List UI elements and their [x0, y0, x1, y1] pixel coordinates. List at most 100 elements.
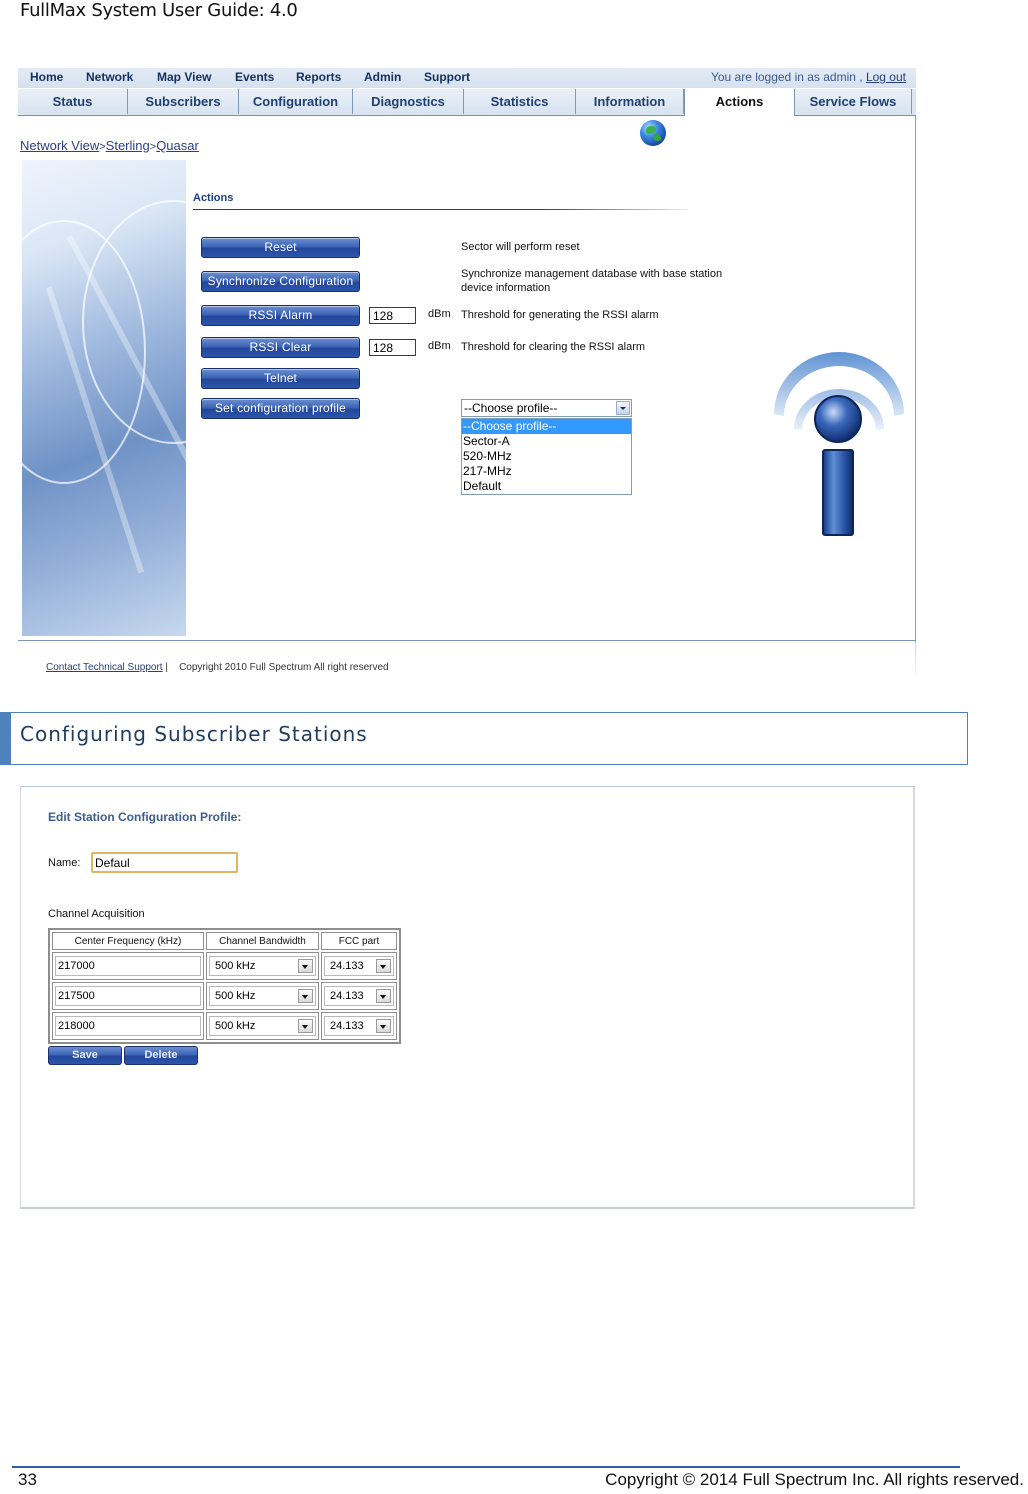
name-label: Name: — [48, 857, 81, 869]
footer-copyright: Copyright 2010 Full Spectrum All right r… — [179, 662, 389, 673]
content-divider — [18, 640, 916, 641]
breadcrumb-quasar[interactable]: Quasar — [156, 138, 199, 153]
fcc-value: 24.133 — [330, 960, 364, 972]
column-header: Center Frequency (kHz) — [52, 932, 204, 950]
table-row: 500 kHz 24.133 — [52, 952, 397, 980]
chevron-down-icon[interactable] — [376, 989, 391, 1003]
top-navigation: Home Network Map View Events Reports Adm… — [18, 68, 916, 88]
breadcrumb-sterling[interactable]: Sterling — [106, 138, 150, 153]
profile-option[interactable]: Sector-A — [462, 434, 631, 449]
frequency-input[interactable] — [55, 1016, 201, 1036]
document-header: FullMax System User Guide: 4.0 — [20, 0, 298, 21]
chevron-down-icon[interactable] — [298, 959, 313, 973]
sync-description: Synchronize management database with bas… — [461, 267, 722, 295]
actions-screenshot: Home Network Map View Events Reports Adm… — [18, 68, 918, 683]
nav-events[interactable]: Events — [235, 70, 274, 84]
breadcrumb-network-view[interactable]: Network View — [20, 138, 99, 153]
page-copyright: Copyright © 2014 Full Spectrum Inc. All … — [605, 1470, 1024, 1489]
heading-accent-bar — [0, 712, 11, 765]
rssi-clear-unit: dBm — [428, 340, 451, 352]
chevron-down-icon[interactable] — [616, 401, 630, 415]
synchronize-configuration-button[interactable]: Synchronize Configuration — [201, 271, 360, 292]
tab-status[interactable]: Status — [18, 89, 128, 114]
frequency-input[interactable] — [55, 986, 201, 1006]
tab-service-flows[interactable]: Service Flows — [795, 89, 912, 114]
app-footer: Contact Technical Support | Copyright 20… — [46, 662, 389, 673]
nav-admin[interactable]: Admin — [364, 70, 401, 84]
nav-home[interactable]: Home — [30, 70, 63, 84]
nav-map-view[interactable]: Map View — [157, 70, 211, 84]
rssi-clear-button[interactable]: RSSI Clear — [201, 337, 360, 358]
fcc-value: 24.133 — [330, 990, 364, 1002]
profile-title: Edit Station Configuration Profile: — [48, 810, 242, 824]
name-input[interactable] — [91, 852, 238, 873]
chevron-down-icon[interactable] — [298, 1019, 313, 1033]
tab-diagnostics[interactable]: Diagnostics — [353, 89, 464, 114]
content-border — [915, 116, 916, 642]
delete-button[interactable]: Delete — [124, 1046, 198, 1065]
set-configuration-profile-button[interactable]: Set configuration profile — [201, 398, 360, 419]
footer-divider: | — [165, 662, 168, 673]
column-header: Channel Bandwidth — [206, 932, 319, 950]
rssi-alarm-input[interactable] — [369, 307, 416, 324]
frequency-input[interactable] — [55, 956, 201, 976]
section-title: Actions — [193, 192, 234, 204]
save-button[interactable]: Save — [48, 1046, 122, 1065]
chevron-down-icon[interactable] — [298, 989, 313, 1003]
info-signal-icon — [774, 352, 904, 536]
rssi-alarm-description: Threshold for generating the RSSI alarm — [461, 309, 659, 321]
fcc-part-select[interactable]: 24.133 — [324, 956, 394, 976]
profile-option[interactable]: 520-MHz — [462, 449, 631, 464]
bandwidth-value: 500 kHz — [215, 1020, 256, 1032]
profile-select[interactable]: --Choose profile-- — [461, 399, 632, 417]
table-row: 500 kHz 24.133 — [52, 1012, 397, 1040]
bandwidth-select[interactable]: 500 kHz — [209, 956, 316, 976]
logout-link[interactable]: Log out — [866, 70, 906, 84]
section-divider — [193, 209, 688, 210]
bandwidth-value: 500 kHz — [215, 990, 256, 1002]
channel-table: Center Frequency (kHz) Channel Bandwidth… — [48, 928, 401, 1044]
nav-support[interactable]: Support — [424, 70, 470, 84]
section-heading-band: Configuring Subscriber Stations — [0, 712, 968, 765]
profile-option[interactable]: 217-MHz — [462, 464, 631, 479]
rssi-alarm-button[interactable]: RSSI Alarm — [201, 305, 360, 326]
column-header: FCC part — [321, 932, 397, 950]
chevron-down-icon[interactable] — [376, 959, 391, 973]
telnet-button[interactable]: Telnet — [201, 368, 360, 389]
reset-button[interactable]: Reset — [201, 237, 360, 258]
bandwidth-select[interactable]: 500 kHz — [209, 1016, 316, 1036]
tab-information[interactable]: Information — [576, 89, 684, 114]
rssi-clear-description: Threshold for clearing the RSSI alarm — [461, 341, 646, 353]
chevron-down-icon[interactable] — [376, 1019, 391, 1033]
channel-acquisition-label: Channel Acquisition — [48, 908, 145, 920]
profile-option[interactable]: --Choose profile-- — [462, 419, 631, 434]
border-fade — [915, 642, 916, 682]
fcc-part-select[interactable]: 24.133 — [324, 986, 394, 1006]
login-text: You are logged in as admin , — [710, 70, 863, 84]
sync-description-line1: Synchronize management database with bas… — [461, 268, 723, 280]
page-footer-rule — [12, 1466, 960, 1468]
profile-option[interactable]: Default — [462, 479, 631, 494]
profile-dropdown-list: --Choose profile-- Sector-A 520-MHz 217-… — [461, 418, 632, 495]
tab-actions[interactable]: Actions — [684, 89, 795, 116]
tab-subscribers[interactable]: Subscribers — [128, 89, 239, 114]
tab-bar: Status Subscribers Configuration Diagnos… — [18, 89, 916, 116]
nav-reports[interactable]: Reports — [296, 70, 341, 84]
reset-description: Sector will perform reset — [461, 241, 580, 253]
section-heading: Configuring Subscriber Stations — [20, 722, 368, 746]
tab-statistics[interactable]: Statistics — [464, 89, 576, 114]
tab-configuration[interactable]: Configuration — [239, 89, 353, 114]
fcc-part-select[interactable]: 24.133 — [324, 1016, 394, 1036]
page-number: 33 — [18, 1470, 37, 1489]
contact-support-link[interactable]: Contact Technical Support — [46, 662, 163, 673]
profile-screenshot: Edit Station Configuration Profile: Name… — [20, 786, 915, 1209]
sync-description-line2: device information — [461, 282, 551, 294]
rssi-alarm-unit: dBm — [428, 308, 451, 320]
bandwidth-select[interactable]: 500 kHz — [209, 986, 316, 1006]
profile-select-value: --Choose profile-- — [464, 401, 558, 415]
nav-network[interactable]: Network — [86, 70, 133, 84]
decorative-side-image — [22, 160, 186, 636]
globe-icon[interactable] — [640, 120, 666, 146]
table-row: 500 kHz 24.133 — [52, 982, 397, 1010]
rssi-clear-input[interactable] — [369, 339, 416, 356]
